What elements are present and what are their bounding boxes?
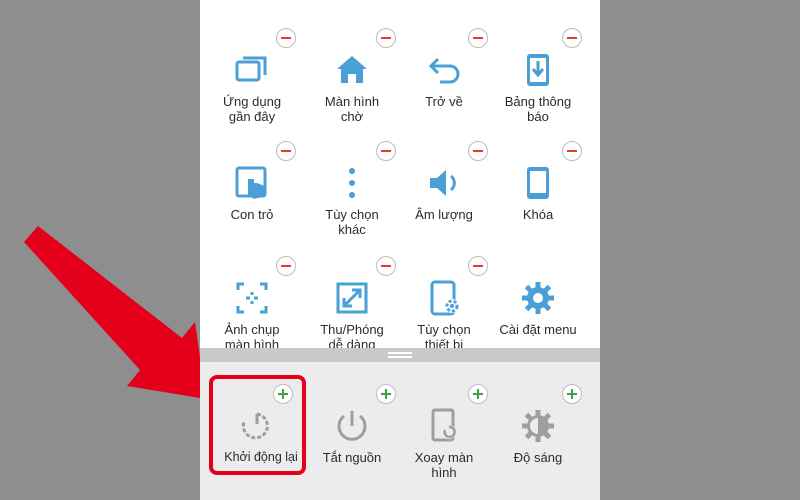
drag-divider[interactable] [200, 348, 600, 362]
tile-more-options[interactable]: Tùy chọn khác [304, 125, 400, 237]
tile-power-off[interactable]: Tắt nguồn [304, 368, 400, 468]
remove-badge[interactable] [276, 28, 296, 48]
rotate-screen-icon [424, 406, 464, 446]
tile-screenshot[interactable]: Ảnh chụp màn hình [204, 240, 300, 352]
cursor-icon [232, 163, 272, 203]
remove-badge[interactable] [376, 141, 396, 161]
add-badge[interactable] [468, 384, 488, 404]
recent-apps-icon [232, 50, 272, 90]
drag-handle-line [388, 352, 412, 354]
tile-label: Con trỏ [230, 207, 274, 222]
add-badge[interactable] [376, 384, 396, 404]
back-arrow-icon [424, 50, 464, 90]
tile-cursor[interactable]: Con trỏ [204, 125, 300, 225]
brightness-icon [518, 406, 558, 446]
tile-label: Trở về [425, 94, 463, 109]
tile-home[interactable]: Màn hình chờ [304, 12, 400, 124]
drag-handle-line [388, 356, 412, 358]
tile-volume[interactable]: Âm lượng [396, 125, 492, 225]
remove-badge[interactable] [376, 28, 396, 48]
remove-badge[interactable] [562, 28, 582, 48]
remove-badge[interactable] [276, 141, 296, 161]
lock-device-icon [518, 163, 558, 203]
zoom-icon [332, 278, 372, 318]
tile-label: Độ sáng [513, 450, 563, 465]
tile-label: Bảng thông báo [504, 94, 572, 124]
tile-notification-panel[interactable]: Bảng thông báo [490, 12, 586, 124]
tile-brightness[interactable]: Độ sáng [490, 368, 586, 468]
notification-panel-icon [518, 50, 558, 90]
remove-badge[interactable] [468, 141, 488, 161]
highlight-box [209, 375, 306, 475]
assistant-menu-editor: Ứng dụng gần đây Màn hình chờ Trở về Bản… [200, 0, 600, 500]
more-options-icon [332, 163, 372, 203]
tile-label: Cài đặt menu [499, 322, 577, 337]
tile-lock[interactable]: Khóa [490, 125, 586, 225]
tile-label: Tùy chọn khác [325, 207, 379, 237]
remove-badge[interactable] [468, 256, 488, 276]
tile-label: Tắt nguồn [322, 450, 382, 465]
power-icon [332, 406, 372, 446]
remove-badge[interactable] [276, 256, 296, 276]
tile-label: Xoay màn hình [414, 450, 474, 480]
gear-icon [518, 278, 558, 318]
tile-label: Âm lượng [415, 207, 473, 222]
tile-device-options[interactable]: Tùy chọn thiết bị [396, 240, 492, 352]
screenshot-icon [232, 278, 272, 318]
tile-menu-settings[interactable]: Cài đặt menu [490, 240, 586, 340]
tile-recent-apps[interactable]: Ứng dụng gần đây [204, 12, 300, 124]
tile-label: Ứng dụng gần đây [222, 94, 282, 124]
remove-badge[interactable] [562, 141, 582, 161]
volume-icon [424, 163, 464, 203]
tile-rotate-screen[interactable]: Xoay màn hình [396, 368, 492, 480]
device-options-icon [424, 278, 464, 318]
add-badge[interactable] [562, 384, 582, 404]
remove-badge[interactable] [468, 28, 488, 48]
remove-badge[interactable] [376, 256, 396, 276]
tile-back[interactable]: Trở về [396, 12, 492, 112]
home-icon [332, 50, 372, 90]
tile-easy-zoom[interactable]: Thu/Phóng dễ dàng [304, 240, 400, 352]
tile-label: Màn hình chờ [324, 94, 380, 124]
tile-label: Khóa [522, 207, 554, 222]
